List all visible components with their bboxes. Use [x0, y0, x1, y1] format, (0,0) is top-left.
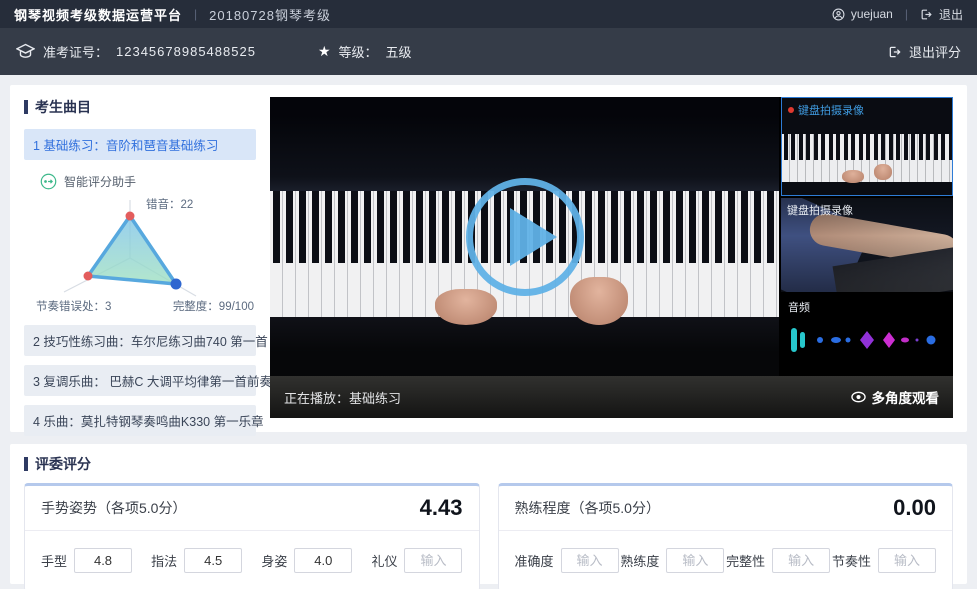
assistant-label: 智能评分助手: [64, 173, 136, 190]
now-playing-text: 正在播放：基础练习: [284, 388, 401, 407]
gesture-card-score: 4.43: [420, 495, 463, 521]
section-accent-bar: [24, 100, 28, 114]
eye-icon: [851, 391, 866, 403]
playlist-item-2[interactable]: 2 技巧性练习曲：车尔尼练习曲740 第一首: [24, 325, 256, 356]
accuracy-label: 准确度: [515, 551, 554, 570]
audio-waveform: [787, 322, 945, 358]
posture-input[interactable]: [294, 548, 352, 573]
user-icon: [832, 8, 845, 21]
ticket-group: 准考证号： 12345678985488525: [16, 42, 256, 61]
scoring-header: 评委评分: [24, 454, 953, 474]
exit-scoring-button[interactable]: 退出评分: [888, 42, 961, 61]
audio-label: 音频: [788, 299, 810, 315]
fingering-label: 指法: [151, 551, 177, 570]
playlist-item-1[interactable]: 1 基础练习：音阶和琶音基础练习: [24, 129, 256, 160]
rhythm-label: 节奏性: [832, 551, 871, 570]
etiquette-input[interactable]: [404, 548, 462, 573]
radar-label-rhythm-errors: 节奏错误处：3: [36, 298, 111, 314]
radar-label-completeness: 完整度：99/100: [173, 298, 254, 314]
hand-shape-label: 手型: [41, 551, 67, 570]
posture-label: 身姿: [261, 551, 287, 570]
field-proficiency: 熟练度: [620, 548, 724, 573]
field-hand-shape: 手型: [41, 548, 132, 573]
topbar-divider: |: [905, 7, 908, 21]
logout-button[interactable]: 退出: [920, 6, 963, 23]
left-hand: [435, 289, 497, 325]
assistant-row: 智能评分助手: [40, 173, 256, 190]
title-divider: |: [194, 7, 197, 21]
radar-label-wrong-notes: 错音：22: [146, 196, 193, 212]
thumbnail-2-label: 键盘拍摄录像: [787, 202, 853, 218]
proficiency-card-score: 0.00: [893, 495, 936, 521]
user-menu[interactable]: yuejuan: [832, 7, 893, 21]
proficiency-card: 熟练程度（各项5.0分） 0.00 准确度 熟练度 完整性: [498, 483, 954, 589]
level-label: 等级：: [339, 42, 378, 61]
hand-shape-input[interactable]: [74, 548, 132, 573]
field-rhythm: 节奏性: [832, 548, 936, 573]
completeness-input[interactable]: [772, 548, 830, 573]
playlist-panel: 考生曲目 1 基础练习：音阶和琶音基础练习 智能评分助手: [24, 97, 256, 420]
thumbnail-1-label-row: 键盘拍摄录像: [788, 102, 864, 118]
playlist-item-4[interactable]: 4 乐曲：莫扎特钢琴奏鸣曲K330 第一乐章: [24, 405, 256, 436]
video-player-area: 键盘拍摄录像 键盘拍摄录像: [270, 97, 953, 418]
etiquette-label: 礼仪: [371, 551, 397, 570]
top-bar: 钢琴视频考级数据运营平台 | 20180728钢琴考级 yuejuan | 退出: [0, 0, 977, 28]
fingering-input[interactable]: [184, 548, 242, 573]
thumbnail-2-label-row: 键盘拍摄录像: [787, 202, 853, 218]
multi-angle-button[interactable]: 多角度观看: [851, 387, 940, 407]
playlist-header: 考生曲目: [24, 97, 256, 117]
right-hand: [570, 277, 628, 325]
level-group: ★ 等级： 五级: [318, 42, 412, 61]
mini-keyboard: [782, 134, 952, 182]
logout-icon: [920, 8, 933, 21]
app-title: 钢琴视频考级数据运营平台: [14, 5, 182, 24]
ticket-label: 准考证号：: [43, 42, 108, 61]
exam-info-bar: 准考证号： 12345678985488525 ★ 等级： 五级 退出评分: [0, 28, 977, 75]
keyboard-camera-thumbnail-1[interactable]: 键盘拍摄录像: [781, 97, 953, 196]
section-accent-bar: [24, 457, 28, 471]
main-video[interactable]: [270, 97, 779, 376]
smart-assistant-icon: [40, 173, 57, 190]
session-title: 20180728钢琴考级: [209, 5, 331, 24]
exit-scoring-icon: [888, 45, 902, 59]
audio-track-panel[interactable]: 音频: [781, 294, 953, 376]
exit-scoring-label: 退出评分: [909, 42, 961, 61]
proficiency-input[interactable]: [666, 548, 724, 573]
playlist-item-3[interactable]: 3 复调乐曲： 巴赫C 大调平均律第一首前奏曲: [24, 365, 256, 396]
play-button[interactable]: [466, 178, 584, 296]
gesture-card-title: 手势姿势（各项5.0分）: [41, 498, 186, 518]
exam-panel: 考生曲目 1 基础练习：音阶和琶音基础练习 智能评分助手: [10, 85, 967, 432]
main-content: 考生曲目 1 基础练习：音阶和琶音基础练习 智能评分助手: [0, 75, 977, 589]
thumbnail-1-label: 键盘拍摄录像: [798, 102, 864, 118]
rhythm-input[interactable]: [878, 548, 936, 573]
gesture-posture-card: 手势姿势（各项5.0分） 4.43 手型 指法 身姿: [24, 483, 480, 589]
multi-angle-label: 多角度观看: [872, 387, 940, 407]
logout-label: 退出: [939, 6, 963, 23]
field-etiquette: 礼仪: [371, 548, 462, 573]
accuracy-input[interactable]: [561, 548, 619, 573]
mini-hand-right: [874, 164, 892, 180]
piano-front: [270, 317, 779, 376]
proficiency-label: 熟练度: [620, 551, 659, 570]
recording-dot-icon: [788, 107, 794, 113]
playlist-title: 考生曲目: [35, 97, 91, 117]
player-control-bar: 正在播放：基础练习 多角度观看: [270, 376, 953, 418]
field-fingering: 指法: [151, 548, 242, 573]
username: yuejuan: [851, 7, 893, 21]
proficiency-card-title: 熟练程度（各项5.0分）: [515, 498, 660, 518]
field-completeness: 完整性: [726, 548, 830, 573]
field-accuracy: 准确度: [515, 548, 619, 573]
star-icon: ★: [318, 43, 331, 60]
judge-scoring-panel: 评委评分 手势姿势（各项5.0分） 4.43 手型 指法: [10, 444, 967, 584]
field-posture: 身姿: [261, 548, 352, 573]
graduation-cap-icon: [16, 43, 35, 60]
scoring-title: 评委评分: [35, 454, 91, 474]
radar-chart: 错音：22 节奏错误处：3 完整度：99/100: [24, 192, 256, 316]
camera-angle-column: 键盘拍摄录像 键盘拍摄录像: [781, 97, 953, 376]
completeness-label: 完整性: [726, 551, 765, 570]
level-value: 五级: [386, 42, 412, 61]
ticket-number: 12345678985488525: [116, 44, 256, 59]
mini-hand-left: [842, 170, 864, 183]
keyboard-camera-thumbnail-2[interactable]: 键盘拍摄录像: [781, 198, 953, 292]
